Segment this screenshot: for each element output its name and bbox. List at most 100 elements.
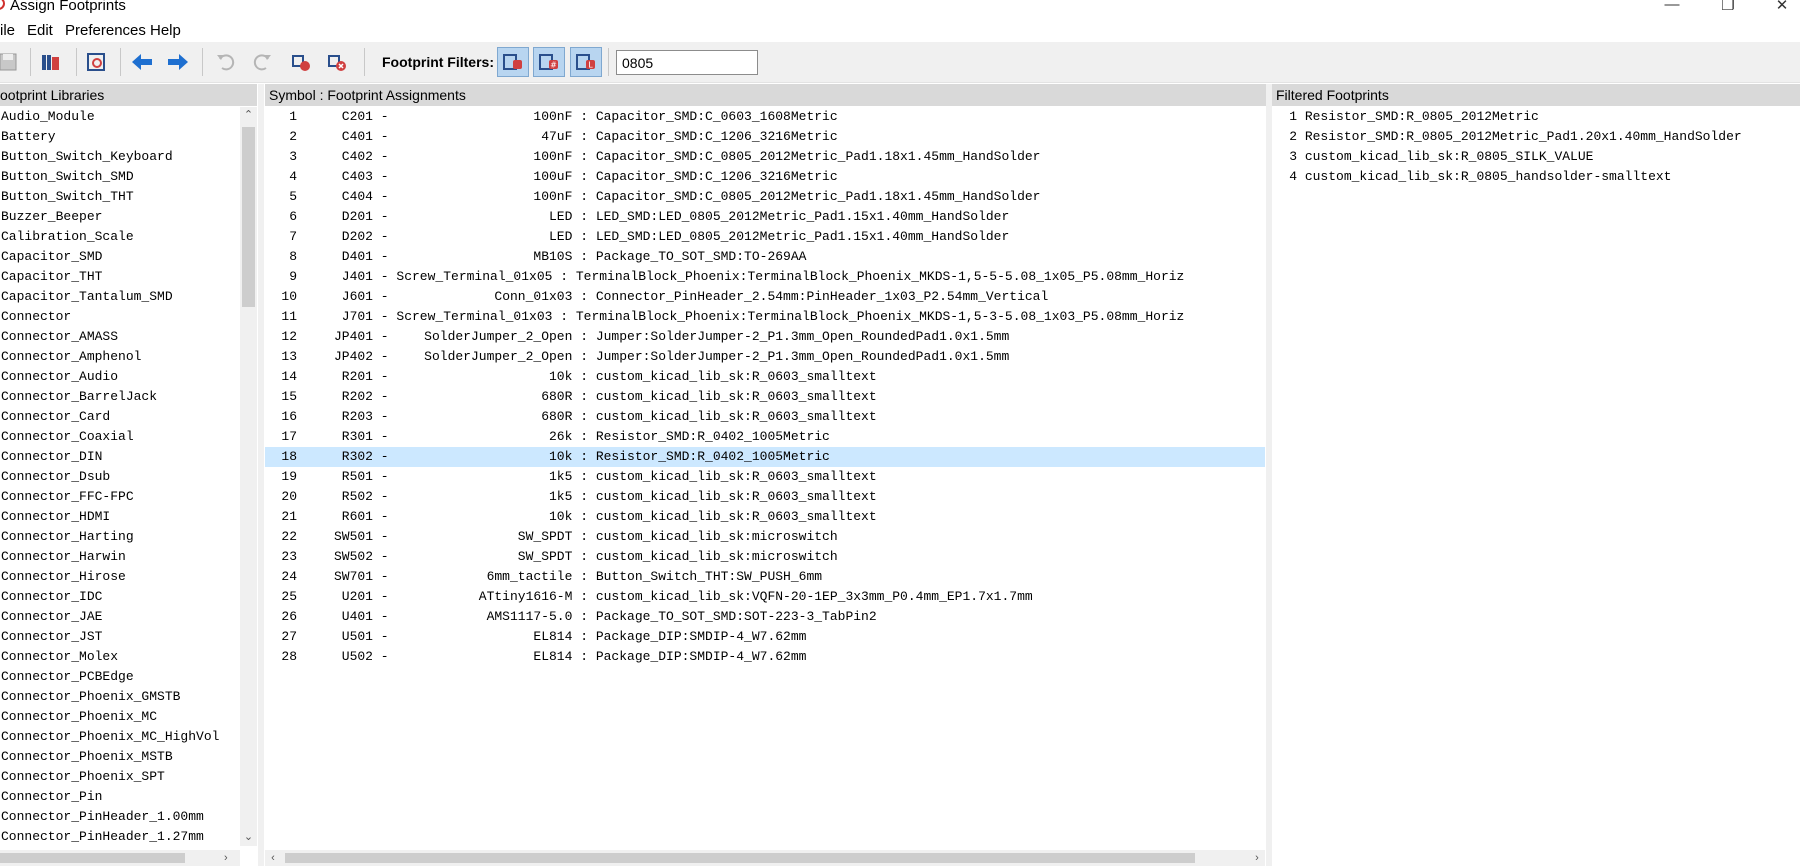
assignment-row[interactable]: 18 R302 - 10k : Resistor_SMD:R_0402_1005M… [265,447,1265,467]
library-list-item[interactable]: Connector_JST [0,627,240,647]
library-list-item[interactable]: Connector_DIN [0,447,240,467]
assignment-row[interactable]: 20 R502 - 1k5 : custom_kicad_lib_sk:R_060… [265,487,1265,507]
filtered-footprint-row[interactable]: 2 Resistor_SMD:R_0805_2012Metric_Pad1.20… [1275,127,1800,147]
assignment-row[interactable]: 23 SW502 - SW_SPDT : custom_kicad_lib_sk:… [265,547,1265,567]
assignment-row[interactable]: 24 SW701 - 6mm_tactile : Button_Switch_TH… [265,567,1265,587]
scroll-thumb[interactable] [285,853,1195,863]
scroll-right-icon[interactable]: › [1249,850,1265,866]
filtered-footprint-row[interactable]: 3 custom_kicad_lib_sk:R_0805_SILK_VALUE [1275,147,1800,167]
scroll-thumb[interactable] [0,853,185,863]
menu-edit[interactable]: Edit [27,22,53,39]
scroll-left-icon[interactable]: ‹ [265,850,281,866]
library-list-item[interactable]: Capacitor_Tantalum_SMD [0,287,240,307]
save-icon[interactable] [0,48,22,76]
library-list-item[interactable]: Button_Switch_SMD [0,167,240,187]
close-button[interactable]: ✕ [1762,0,1800,14]
filter-by-pin-count-icon[interactable]: # [533,47,565,77]
assignment-row[interactable]: 7 D202 - LED : LED_SMD:LED_0805_2012Metri… [265,227,1265,247]
library-list-item[interactable]: Connector_Card [0,407,240,427]
library-list-item[interactable]: Connector_Molex [0,647,240,667]
minimize-button[interactable]: — [1652,0,1692,14]
library-table-icon[interactable] [36,48,64,76]
assignment-row[interactable]: 14 R201 - 10k : custom_kicad_lib_sk:R_060… [265,367,1265,387]
library-list-item[interactable]: Connector_Phoenix_MC_HighVol [0,727,240,747]
library-list-item[interactable]: Connector_Dsub [0,467,240,487]
library-list-item[interactable]: Connector_AMASS [0,327,240,347]
library-list-item[interactable]: Connector_PCBEdge [0,667,240,687]
library-list-item[interactable]: Connector_JAE [0,607,240,627]
library-list-item[interactable]: Buzzer_Beeper [0,207,240,227]
assignment-row[interactable]: 8 D401 - MB10S : Package_TO_SOT_SMD:TO-26… [265,247,1265,267]
view-footprint-icon[interactable] [82,48,110,76]
auto-associate-icon[interactable] [287,48,315,76]
menu-help[interactable]: Help [150,22,181,39]
library-list-item[interactable]: Connector_Phoenix_GMSTB [0,687,240,707]
right-splitter[interactable] [1266,84,1272,866]
delete-associations-icon[interactable] [323,48,351,76]
filtered-footprint-row[interactable]: 4 custom_kicad_lib_sk:R_0805_handsolder-… [1275,167,1800,187]
scroll-down-icon[interactable]: ⌄ [240,829,257,846]
library-list-item[interactable]: Connector_Phoenix_MSTB [0,747,240,767]
arrow-left-icon[interactable] [128,48,156,76]
library-list-item[interactable]: Calibration_Scale [0,227,240,247]
scroll-up-icon[interactable]: ⌃ [240,107,257,124]
library-list-item[interactable]: Connector_Amphenol [0,347,240,367]
assignment-row[interactable]: 22 SW501 - SW_SPDT : custom_kicad_lib_sk:… [265,527,1265,547]
assignment-row[interactable]: 3 C402 - 100nF : Capacitor_SMD:C_0805_201… [265,147,1265,167]
scroll-thumb[interactable] [242,127,255,307]
left-splitter[interactable] [258,84,264,866]
assignment-row[interactable]: 11 J701 - Screw_Terminal_01x03 : Terminal… [265,307,1265,327]
library-list-item[interactable]: Connector_PinHeader_1.27mm [0,827,240,846]
library-list-item[interactable]: Connector_Phoenix_SPT [0,767,240,787]
library-list-item[interactable]: Capacitor_SMD [0,247,240,267]
library-list-item[interactable]: Connector_Audio [0,367,240,387]
arrow-right-icon[interactable] [164,48,192,76]
library-list-item[interactable]: Connector_Hirose [0,567,240,587]
library-list-item[interactable]: Connector [0,307,240,327]
library-list-item[interactable]: Button_Switch_THT [0,187,240,207]
assignment-row[interactable]: 28 U502 - EL814 : Package_DIP:SMDIP-4_W7.… [265,647,1265,667]
library-list-item[interactable]: Connector_Harwin [0,547,240,567]
filter-by-library-icon[interactable]: L [570,47,602,77]
redo-icon[interactable] [248,48,276,76]
assignment-row[interactable]: 17 R301 - 26k : Resistor_SMD:R_0402_1005M… [265,427,1265,447]
assignment-row[interactable]: 19 R501 - 1k5 : custom_kicad_lib_sk:R_060… [265,467,1265,487]
library-list-item[interactable]: Connector_IDC [0,587,240,607]
assignment-row[interactable]: 27 U501 - EL814 : Package_DIP:SMDIP-4_W7.… [265,627,1265,647]
assignment-row[interactable]: 9 J401 - Screw_Terminal_01x05 : TerminalB… [265,267,1265,287]
assignment-row[interactable]: 16 R203 - 680R : custom_kicad_lib_sk:R_06… [265,407,1265,427]
assignment-row[interactable]: 13 JP402 - SolderJumper_2_Open : Jumper:S… [265,347,1265,367]
filter-by-keywords-icon[interactable] [497,47,529,77]
library-list-item[interactable]: Connector_Harting [0,527,240,547]
undo-icon[interactable] [212,48,240,76]
library-list-item[interactable]: Audio_Module [0,107,240,127]
library-list-horizontal-scrollbar[interactable]: › [0,850,240,866]
assignment-row[interactable]: 26 U401 - AMS1117-5.0 : Package_TO_SOT_SM… [265,607,1265,627]
menu-file[interactable]: ile [0,22,15,39]
filtered-footprint-row[interactable]: 1 Resistor_SMD:R_0805_2012Metric [1275,107,1800,127]
assignment-row[interactable]: 15 R202 - 680R : custom_kicad_lib_sk:R_06… [265,387,1265,407]
library-list-item[interactable]: Connector_Phoenix_MC [0,707,240,727]
library-list-item[interactable]: Connector_Pin [0,787,240,807]
menu-preferences[interactable]: Preferences [65,22,146,39]
library-list-item[interactable]: Connector_Coaxial [0,427,240,447]
assignment-row[interactable]: 2 C401 - 47uF : Capacitor_SMD:C_1206_3216… [265,127,1265,147]
assignment-row[interactable]: 10 J601 - Conn_01x03 : Connector_PinHeade… [265,287,1265,307]
assignment-row[interactable]: 21 R601 - 10k : custom_kicad_lib_sk:R_060… [265,507,1265,527]
library-list-item[interactable]: Capacitor_THT [0,267,240,287]
footprint-filter-input[interactable] [616,50,758,75]
library-list-item[interactable]: Connector_HDMI [0,507,240,527]
scroll-right-icon[interactable]: › [224,850,228,866]
maximize-button[interactable]: ❐ [1708,0,1748,14]
assignment-row[interactable]: 12 JP401 - SolderJumper_2_Open : Jumper:S… [265,327,1265,347]
assignment-row[interactable]: 25 U201 - ATtiny1616-M : custom_kicad_lib… [265,587,1265,607]
library-list-vertical-scrollbar[interactable]: ⌃ ⌄ [240,107,257,846]
assignment-row[interactable]: 4 C403 - 100uF : Capacitor_SMD:C_1206_321… [265,167,1265,187]
assignment-row[interactable]: 6 D201 - LED : LED_SMD:LED_0805_2012Metri… [265,207,1265,227]
library-list-item[interactable]: Connector_BarrelJack [0,387,240,407]
library-list-item[interactable]: Battery [0,127,240,147]
library-list-item[interactable]: Connector_PinHeader_1.00mm [0,807,240,827]
assignment-row[interactable]: 1 C201 - 100nF : Capacitor_SMD:C_0603_160… [265,107,1265,127]
library-list-item[interactable]: Connector_FFC-FPC [0,487,240,507]
assignment-row[interactable]: 5 C404 - 100nF : Capacitor_SMD:C_0805_201… [265,187,1265,207]
